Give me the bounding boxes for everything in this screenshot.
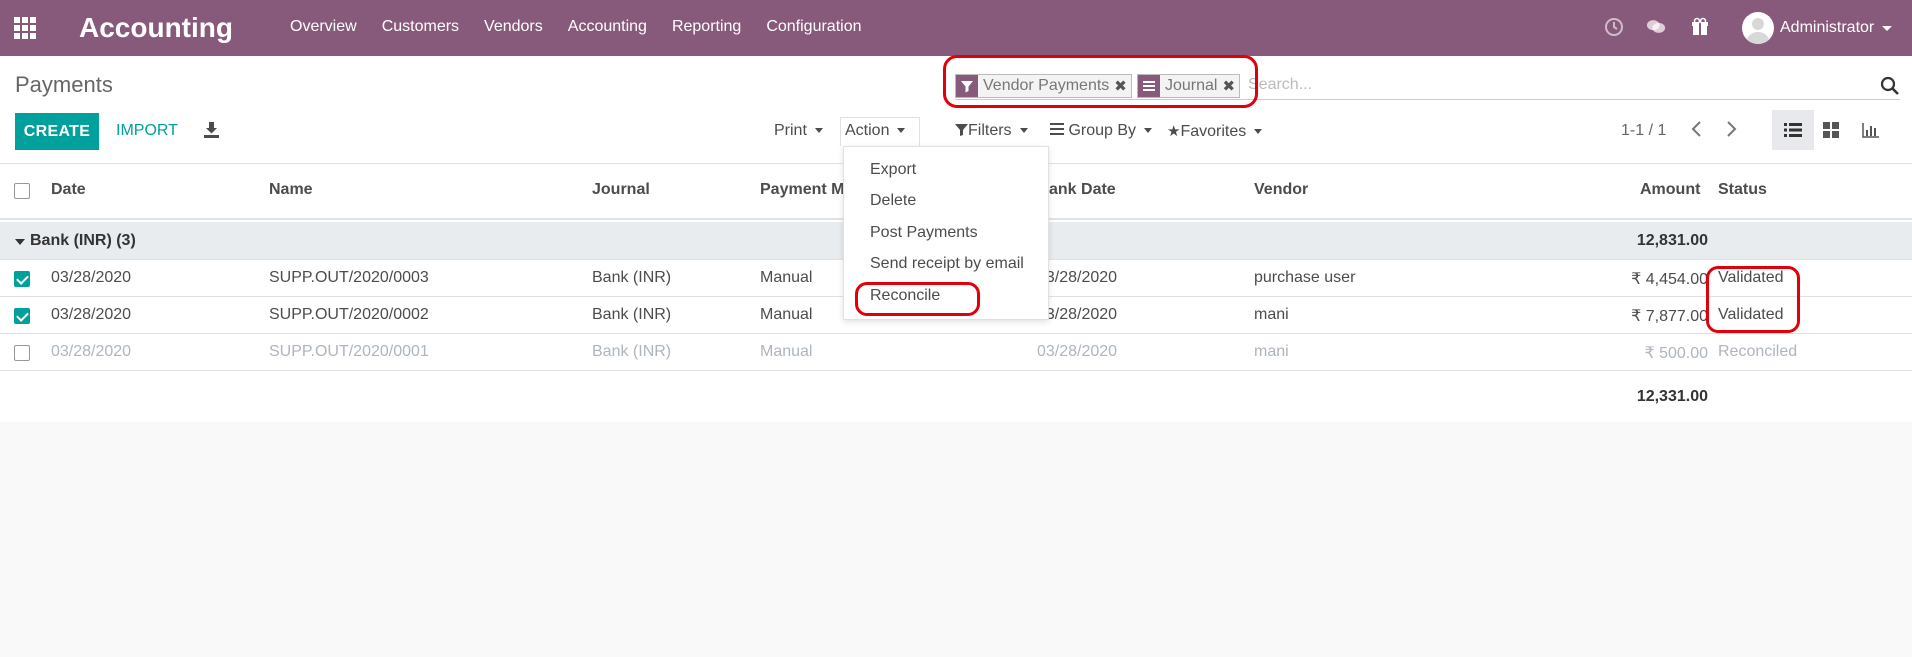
- column-header-journal[interactable]: Journal: [592, 181, 650, 199]
- filter-icon: [955, 124, 968, 136]
- cell-name: SUPP.OUT/2020/0003: [269, 269, 429, 286]
- kanban-icon: [1823, 122, 1839, 138]
- menu-item-export[interactable]: Export: [870, 161, 916, 179]
- favorites-dropdown[interactable]: ★Favorites: [1167, 122, 1263, 141]
- download-icon[interactable]: [203, 121, 220, 139]
- action-dropdown[interactable]: Action: [840, 117, 921, 146]
- kanban-view-button[interactable]: [1810, 110, 1852, 150]
- import-button[interactable]: IMPORT: [116, 122, 178, 140]
- column-header-status[interactable]: Status: [1718, 181, 1767, 199]
- menu-item-post-payments[interactable]: Post Payments: [870, 224, 978, 242]
- list-icon: [1784, 123, 1802, 137]
- menu-overview[interactable]: Overview: [290, 18, 357, 36]
- gift-icon[interactable]: [1690, 17, 1710, 37]
- filters-dropdown[interactable]: Filters: [955, 122, 1028, 140]
- bar-chart-icon: [1862, 123, 1879, 138]
- cell-bank-date: 03/28/2020: [1037, 306, 1118, 323]
- cell-amount: ₹ 500.00: [1644, 345, 1708, 362]
- list-view-button[interactable]: [1772, 110, 1814, 150]
- clock-icon[interactable]: [1604, 17, 1624, 37]
- chevron-right-icon[interactable]: [1724, 120, 1738, 138]
- search-input[interactable]: [1248, 76, 1808, 94]
- row-checkbox[interactable]: [14, 271, 30, 287]
- print-dropdown[interactable]: Print: [774, 122, 823, 140]
- cell-status: Reconciled: [1718, 343, 1798, 360]
- cell-journal: Bank (INR): [592, 343, 672, 360]
- cell-amount: ₹ 7,877.00: [1631, 308, 1708, 325]
- annotation-highlight-status: [1706, 266, 1800, 333]
- caret-down-icon: [15, 239, 25, 245]
- chevron-down-icon: [1144, 128, 1153, 134]
- avatar: [1742, 12, 1774, 44]
- select-all-checkbox[interactable]: [14, 183, 30, 199]
- group-label: Bank (INR) (3): [30, 232, 136, 249]
- cell-payment-method: Manual: [760, 343, 813, 360]
- star-icon: ★: [1167, 123, 1181, 140]
- cell-name: SUPP.OUT/2020/0002: [269, 306, 429, 323]
- annotation-highlight-search: [943, 55, 1258, 108]
- search-icon[interactable]: [1880, 76, 1900, 96]
- cell-journal: Bank (INR): [592, 306, 672, 323]
- create-button[interactable]: CREATE: [15, 113, 99, 150]
- cell-bank-date: 03/28/2020: [1037, 343, 1118, 360]
- column-header-amount[interactable]: Amount: [1640, 181, 1700, 199]
- cell-name: SUPP.OUT/2020/0001: [269, 343, 429, 360]
- cell-bank-date: 03/28/2020: [1037, 269, 1118, 286]
- user-name: Administrator: [1780, 19, 1875, 36]
- chevron-down-icon: [897, 128, 906, 134]
- cell-payment-method: Manual: [760, 269, 813, 286]
- column-header-name[interactable]: Name: [269, 181, 313, 199]
- column-header-date[interactable]: Date: [51, 181, 86, 199]
- main-menu: Overview Customers Vendors Accounting Re…: [290, 18, 886, 36]
- chevron-down-icon: [1019, 128, 1028, 134]
- page-title: Payments: [15, 72, 113, 97]
- menu-item-delete[interactable]: Delete: [870, 192, 916, 210]
- menu-accounting[interactable]: Accounting: [568, 18, 647, 36]
- cell-vendor: purchase user: [1254, 269, 1356, 286]
- graph-view-button[interactable]: [1850, 110, 1892, 150]
- chevron-down-icon: [1882, 25, 1893, 31]
- chevron-down-icon: [814, 128, 823, 134]
- chevron-down-icon: [1254, 129, 1263, 135]
- groupby-dropdown[interactable]: Group By: [1050, 122, 1153, 140]
- menu-configuration[interactable]: Configuration: [766, 18, 861, 36]
- column-header-bank-date[interactable]: ank Date: [1049, 181, 1116, 199]
- user-menu[interactable]: Administrator: [1742, 12, 1893, 44]
- empty-area: [0, 422, 1912, 657]
- groupby-icon: [1050, 123, 1064, 135]
- pager-value[interactable]: 1-1 / 1: [1621, 122, 1666, 140]
- table-row[interactable]: 03/28/2020 SUPP.OUT/2020/0001 Bank (INR)…: [0, 334, 1912, 371]
- cell-date: 03/28/2020: [51, 269, 132, 286]
- group-total: 12,831.00: [1636, 232, 1708, 249]
- cell-payment-method: Manual: [760, 306, 813, 323]
- cell-journal: Bank (INR): [592, 269, 672, 286]
- cell-amount: ₹ 4,454.00: [1631, 271, 1708, 288]
- menu-customers[interactable]: Customers: [382, 18, 459, 36]
- app-brand[interactable]: Accounting: [79, 12, 233, 44]
- row-checkbox[interactable]: [14, 308, 30, 324]
- menu-vendors[interactable]: Vendors: [484, 18, 543, 36]
- cell-date: 03/28/2020: [51, 306, 132, 323]
- menu-item-send-receipt[interactable]: Send receipt by email: [870, 255, 1024, 273]
- annotation-highlight-reconcile: [855, 282, 980, 316]
- column-header-payment-method[interactable]: Payment M: [760, 181, 844, 199]
- chat-icon[interactable]: [1646, 17, 1666, 37]
- cell-vendor: mani: [1254, 306, 1289, 323]
- cell-vendor: mani: [1254, 343, 1289, 360]
- apps-icon[interactable]: [14, 17, 36, 39]
- row-checkbox[interactable]: [14, 345, 30, 361]
- chevron-left-icon[interactable]: [1690, 120, 1704, 138]
- column-header-vendor[interactable]: Vendor: [1254, 181, 1308, 199]
- menu-reporting[interactable]: Reporting: [672, 18, 741, 36]
- top-navbar: Accounting Overview Customers Vendors Ac…: [0, 0, 1912, 56]
- footer-total: 12,331.00: [1636, 388, 1708, 405]
- cell-date: 03/28/2020: [51, 343, 132, 360]
